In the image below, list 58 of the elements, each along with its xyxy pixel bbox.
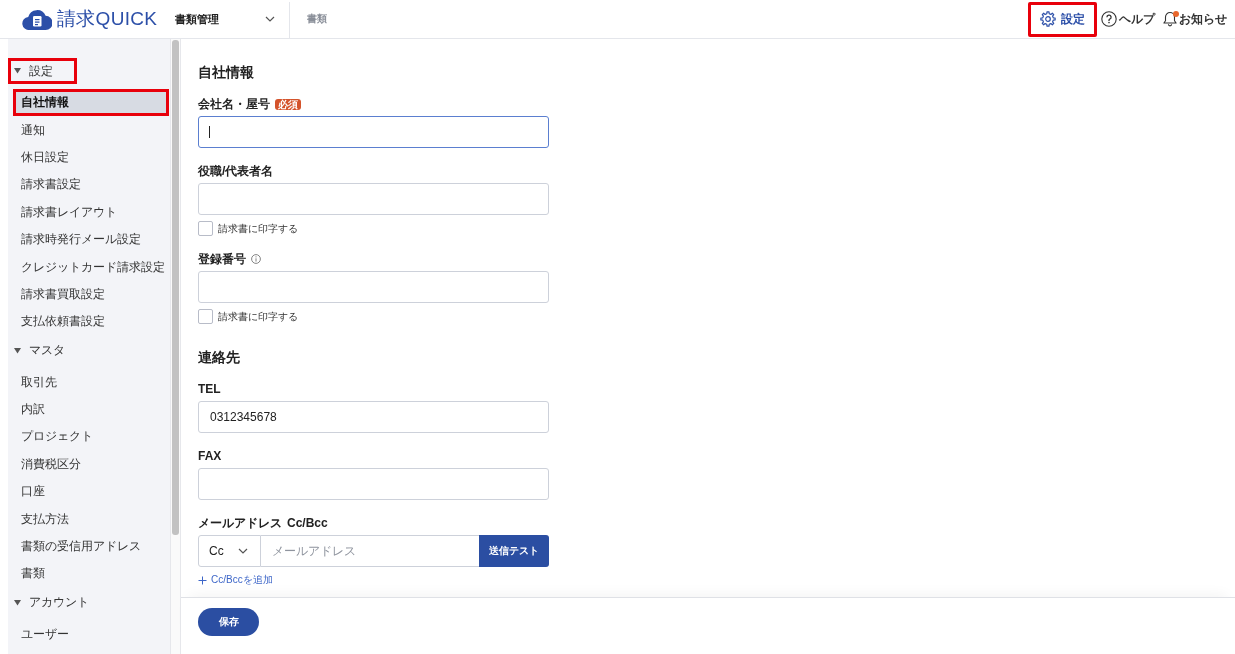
- sidebar-item[interactable]: 口座: [13, 478, 169, 506]
- sidebar-group[interactable]: 設定: [8, 58, 77, 84]
- notifications-button[interactable]: お知らせ: [1159, 1, 1231, 37]
- section-title: 連絡先: [198, 348, 241, 366]
- text-field[interactable]: 0312345678: [198, 401, 549, 433]
- info-icon[interactable]: [251, 254, 261, 264]
- chevron-down-icon: [265, 16, 276, 22]
- breadcrumb: 書類: [307, 12, 328, 26]
- checkbox[interactable]: [198, 309, 213, 324]
- field-label: FAX: [198, 449, 222, 463]
- text-cursor-icon: [209, 126, 210, 138]
- help-button[interactable]: ヘルプ: [1097, 1, 1159, 37]
- field-label: TEL: [198, 382, 221, 396]
- sidebar-item[interactable]: 取引先: [13, 368, 169, 396]
- cc-select[interactable]: Cc: [198, 535, 261, 567]
- save-button[interactable]: 保存: [198, 608, 259, 636]
- cloud-document-icon: [22, 8, 52, 30]
- bell-icon: [1163, 11, 1177, 27]
- text-field[interactable]: [198, 116, 549, 148]
- required-badge: 必須: [275, 98, 301, 110]
- field-label: メールアドレス: [198, 514, 282, 532]
- field-label: Cc/Bcc: [287, 516, 328, 530]
- sidebar-item[interactable]: 通知: [13, 116, 169, 144]
- checkbox-label: 請求書に印字する: [218, 221, 298, 236]
- sidebar-item[interactable]: 書類の受信用アドレス: [13, 532, 169, 561]
- field-label: 会社名・屋号: [198, 95, 270, 113]
- checkbox-label: 請求書に印字する: [218, 309, 298, 324]
- sidebar-item[interactable]: 消費税区分: [13, 450, 169, 479]
- settings-icon: [1040, 11, 1056, 27]
- sidebar-item[interactable]: 請求書レイアウト: [13, 198, 169, 226]
- product-menu[interactable]: 書類管理: [175, 4, 276, 34]
- settings-button[interactable]: 設定: [1028, 1, 1097, 37]
- add-cc-link[interactable]: Cc/Bccを追加: [198, 573, 273, 587]
- plus-icon: [198, 575, 207, 585]
- sidebar-item[interactable]: 請求時発行メール設定: [13, 225, 169, 254]
- sidebar-item[interactable]: 支払依頼書設定: [13, 308, 169, 336]
- field-label: 役職/代表者名: [198, 162, 274, 180]
- send-test-button[interactable]: 送信テスト: [479, 535, 549, 567]
- field-label: 登録番号: [198, 250, 246, 268]
- sidebar-group[interactable]: アカウント: [8, 589, 113, 616]
- checkbox[interactable]: [198, 221, 213, 236]
- sidebar-item[interactable]: 自社情報: [13, 89, 169, 117]
- sidebar-item[interactable]: プロジェクト: [13, 423, 169, 451]
- email-field[interactable]: メールアドレス: [261, 535, 479, 567]
- sidebar-item[interactable]: クレジットカード請求設定: [13, 253, 169, 281]
- sidebar-item[interactable]: 内訳: [13, 395, 169, 424]
- sidebar-item[interactable]: 請求書設定: [13, 171, 169, 199]
- section-title: 自社情報: [198, 63, 255, 81]
- help-icon: [1101, 11, 1117, 27]
- chevron-down-icon: [238, 548, 248, 554]
- sidebar-item[interactable]: 書類: [13, 560, 169, 588]
- sidebar-item[interactable]: 休日設定: [13, 143, 169, 172]
- scrollbar-thumb[interactable]: [172, 40, 179, 535]
- logo-text: 請求QUICK: [57, 7, 158, 31]
- sidebar-item[interactable]: 請求書買取設定: [13, 280, 169, 309]
- sidebar-group[interactable]: マスタ: [8, 337, 89, 364]
- sidebar-item[interactable]: ユーザー: [13, 620, 169, 649]
- sidebar-item[interactable]: 支払方法: [13, 505, 169, 533]
